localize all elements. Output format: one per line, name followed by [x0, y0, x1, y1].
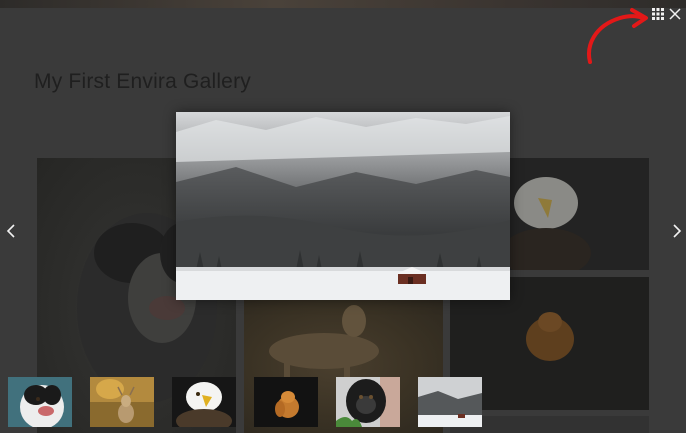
annotation-arrow: [587, 8, 648, 64]
close-lightbox-button[interactable]: [667, 6, 683, 22]
next-image-button[interactable]: [669, 220, 685, 242]
chevron-right-icon: [673, 224, 682, 238]
close-icon: [669, 8, 681, 20]
toggle-thumbnails-button[interactable]: [650, 6, 666, 22]
thumbnail-eagle[interactable]: [172, 377, 236, 427]
lightbox-image: [176, 112, 510, 300]
thumbnail-mountain-cabin[interactable]: [418, 377, 482, 427]
gallery-tile-eagle: [508, 158, 649, 270]
thumbnail-squirrel[interactable]: [254, 377, 318, 427]
thumbnail-deer[interactable]: [90, 377, 154, 427]
page-title: My First Envira Gallery: [34, 70, 251, 93]
chevron-left-icon: [6, 224, 15, 238]
thumbnail-dog[interactable]: [8, 377, 72, 427]
previous-image-button[interactable]: [3, 220, 19, 242]
thumbnail-gorilla[interactable]: [336, 377, 400, 427]
grid-icon: [652, 8, 664, 20]
